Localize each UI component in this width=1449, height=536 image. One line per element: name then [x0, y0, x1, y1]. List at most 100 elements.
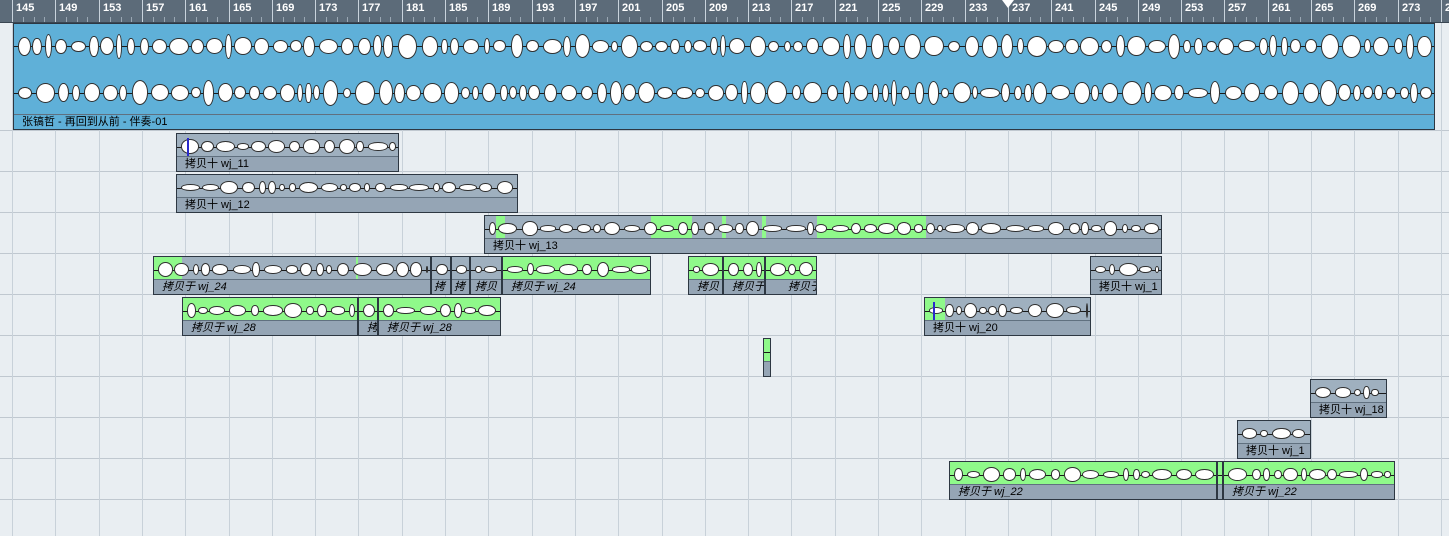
waveform-peak — [1419, 86, 1432, 99]
waveform-peak — [1363, 385, 1370, 400]
audio-event-wj12[interactable]: 拷贝十 wj_12 — [176, 174, 518, 213]
waveform-peak — [372, 35, 382, 58]
waveform-peak — [1244, 83, 1261, 103]
audio-event-wj22[interactable]: 拷贝于 wj_22 — [949, 461, 1217, 500]
ruler-minor-tick — [770, 17, 771, 22]
waveform-peak — [376, 263, 394, 276]
waveform-peak — [191, 87, 201, 99]
waveform-peak — [914, 81, 925, 104]
audio-event-small-2[interactable]: 拷贝于 — [723, 256, 765, 295]
ruler-minor-tick — [759, 17, 760, 22]
waveform-peak — [1363, 39, 1372, 54]
waveform-peak — [1334, 387, 1352, 398]
waveform-peak — [655, 40, 668, 53]
waveform-peak — [971, 86, 978, 100]
waveform-peak — [352, 262, 372, 277]
track-separator — [0, 130, 1449, 131]
audio-event-wj24[interactable]: 拷贝于 wj_24 — [153, 256, 431, 295]
waveform-peak — [119, 84, 128, 101]
audio-event-wj24-part3[interactable]: 拷 — [451, 256, 470, 295]
waveform-peak — [496, 180, 514, 195]
waveform-peak — [1050, 469, 1061, 480]
waveform-peak — [498, 222, 518, 235]
ruler-bar-number: 213 — [752, 2, 771, 14]
audio-event-wj28-part2[interactable]: 拷 — [358, 297, 378, 336]
audio-event-wj1-lower[interactable]: 拷贝十 wj_1 — [1237, 420, 1311, 459]
waveform-peak — [236, 143, 250, 150]
waveform-peak — [358, 37, 371, 55]
playhead-marker[interactable] — [1002, 0, 1014, 8]
waveform-peak — [826, 84, 839, 102]
ruler-tick: 177 — [358, 0, 380, 22]
ruler-bar-number: 209 — [709, 2, 728, 14]
audio-event-small-1[interactable]: 拷贝 — [688, 256, 723, 295]
waveform-peak — [201, 140, 215, 153]
waveform-peak — [289, 40, 303, 53]
event-label: 拷贝十 wj_12 — [177, 197, 517, 212]
event-label: 张镐哲 - 再回到从前 - 伴奏-01 — [14, 114, 1434, 129]
waveform-peak — [44, 34, 52, 59]
waveform-peak — [1024, 83, 1032, 102]
waveform-peak — [767, 81, 787, 105]
audio-event-wj24-part4[interactable]: 拷贝 — [470, 256, 502, 295]
waveform-peak — [597, 82, 607, 103]
ruler-tick: 213 — [748, 0, 770, 22]
waveform-peak — [592, 224, 601, 233]
ruler-minor-tick — [1430, 17, 1431, 22]
waveform-peak — [225, 33, 233, 59]
track-separator — [0, 417, 1449, 418]
ruler-bar-number: 173 — [319, 2, 338, 14]
audio-event-wj13[interactable]: 拷贝十 wj_13 — [484, 215, 1162, 254]
waveform-peak — [181, 139, 199, 154]
waveform-peak — [717, 224, 733, 233]
audio-event-wj11[interactable]: 拷贝十 wj_11 — [176, 133, 399, 172]
ruler-minor-tick — [1256, 17, 1257, 22]
waveform-peak — [966, 222, 979, 235]
waveform-peak — [871, 33, 884, 60]
waveform-peak — [783, 40, 792, 53]
waveform-peak — [543, 39, 562, 54]
ruler-minor-tick — [520, 17, 521, 22]
waveform-peak — [441, 38, 448, 55]
audio-event-wj1-upper[interactable]: 拷贝十 wj_1 — [1090, 256, 1162, 295]
audio-event-main-track[interactable]: 张镐哲 - 再回到从前 - 伴奏-01 — [13, 23, 1435, 130]
timeline-ruler[interactable]: 145 149 153 157 161 165 169 173 177 181 185 189 193 1… — [0, 0, 1449, 23]
waveform-peak — [1100, 39, 1112, 53]
ruler-minor-tick — [240, 17, 241, 22]
waveform-peak — [252, 262, 260, 277]
audio-event-wj28-part3[interactable]: 拷贝于 wj_28 — [378, 297, 501, 336]
ruler-minor-tick — [283, 17, 284, 22]
audio-event-small-3[interactable]: 拷贝于 — [765, 256, 817, 295]
ruler-minor-tick — [673, 17, 674, 22]
waveform-peak — [323, 139, 336, 154]
ruler-tick: 217 — [791, 0, 813, 22]
waveform-peak — [1218, 37, 1235, 56]
waveform-peak — [1074, 82, 1090, 104]
ruler-tick: 249 — [1138, 0, 1160, 22]
waveform-peak — [1032, 82, 1047, 104]
audio-event-tiny[interactable] — [763, 338, 771, 377]
waveform-peak — [103, 84, 118, 102]
waveform-peak — [604, 222, 621, 235]
ruler-bar-number: 257 — [1228, 2, 1247, 14]
ruler-minor-tick — [1019, 17, 1020, 22]
audio-event-wj20[interactable]: 拷贝十 wj_20 — [924, 297, 1091, 336]
arrange-area[interactable]: 张镐哲 - 再回到从前 - 伴奏-01 拷贝十 wj_11 拷贝十 wj_12 … — [0, 23, 1449, 536]
audio-event-wj24-part2[interactable]: 拷 — [431, 256, 451, 295]
waveform-peak — [1090, 224, 1102, 233]
waveform-peak — [1319, 79, 1337, 106]
ruler-minor-tick — [1106, 17, 1107, 22]
waveform-peak — [582, 263, 592, 276]
audio-event-wj22-part3[interactable]: 拷贝于 wj_22 — [1223, 461, 1395, 500]
waveform-peak — [923, 36, 944, 57]
waveform-peak — [192, 263, 199, 276]
waveform-peak — [1139, 265, 1152, 274]
waveform-peak — [750, 36, 767, 57]
waveform-peak — [1085, 303, 1088, 318]
ruler-minor-tick — [1149, 17, 1150, 22]
ruler-tick: 189 — [488, 0, 510, 22]
audio-event-wj24-part5[interactable]: 拷贝于 wj_24 — [502, 256, 651, 295]
audio-event-wj18[interactable]: 拷贝十 wj_18 — [1310, 379, 1387, 418]
audio-event-wj28[interactable]: 拷贝于 wj_28 — [182, 297, 358, 336]
ruler-minor-tick — [44, 17, 45, 22]
